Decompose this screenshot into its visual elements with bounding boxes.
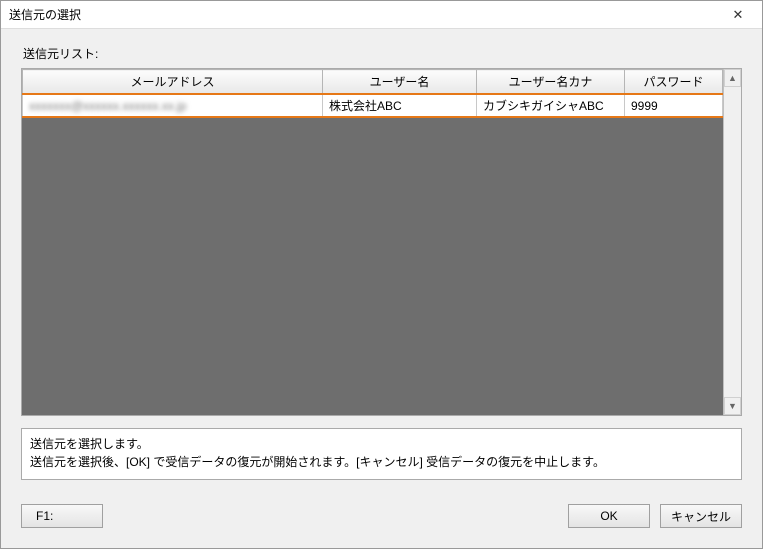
close-icon[interactable]: ✕ — [720, 2, 756, 28]
cancel-button[interactable]: キャンセル — [660, 504, 742, 528]
vertical-scrollbar[interactable]: ▲ ▼ — [723, 69, 741, 415]
sender-grid[interactable]: メールアドレス ユーザー名 ユーザー名カナ パスワード xxxxxxx@xxxx… — [22, 69, 723, 415]
cell-user-name: 株式会社ABC — [323, 94, 477, 117]
dialog-footer: F1: OK キャンセル — [21, 504, 742, 528]
ok-button[interactable]: OK — [568, 504, 650, 528]
dialog-content: 送信元リスト: メールアドレス ユーザー名 ユーザー名カナ パスワード — [1, 29, 762, 548]
scroll-down-icon[interactable]: ▼ — [724, 397, 741, 415]
info-line-2: 送信元を選択後、[OK] で受信データの復元が開始されます。[キャンセル] 受信… — [30, 453, 733, 471]
col-password[interactable]: パスワード — [625, 70, 723, 95]
sender-grid-container: メールアドレス ユーザー名 ユーザー名カナ パスワード xxxxxxx@xxxx… — [21, 68, 742, 416]
col-user-name[interactable]: ユーザー名 — [323, 70, 477, 95]
window-title: 送信元の選択 — [9, 6, 720, 23]
scroll-up-icon[interactable]: ▲ — [724, 69, 741, 87]
info-line-1: 送信元を選択します。 — [30, 435, 733, 453]
info-box: 送信元を選択します。 送信元を選択後、[OK] で受信データの復元が開始されます… — [21, 428, 742, 480]
cell-email: xxxxxxx@xxxxxx.xxxxxx.xx.jp — [23, 94, 323, 117]
titlebar: 送信元の選択 ✕ — [1, 1, 762, 29]
list-label: 送信元リスト: — [23, 45, 742, 62]
f1-button[interactable]: F1: — [21, 504, 103, 528]
col-email[interactable]: メールアドレス — [23, 70, 323, 95]
cell-password: 9999 — [625, 94, 723, 117]
col-user-name-kana[interactable]: ユーザー名カナ — [477, 70, 625, 95]
grid-header-row: メールアドレス ユーザー名 ユーザー名カナ パスワード — [23, 70, 723, 95]
table-row[interactable]: xxxxxxx@xxxxxx.xxxxxx.xx.jp 株式会社ABC カブシキ… — [23, 94, 723, 117]
scroll-track[interactable] — [724, 87, 741, 397]
cell-user-name-kana: カブシキガイシャABC — [477, 94, 625, 117]
